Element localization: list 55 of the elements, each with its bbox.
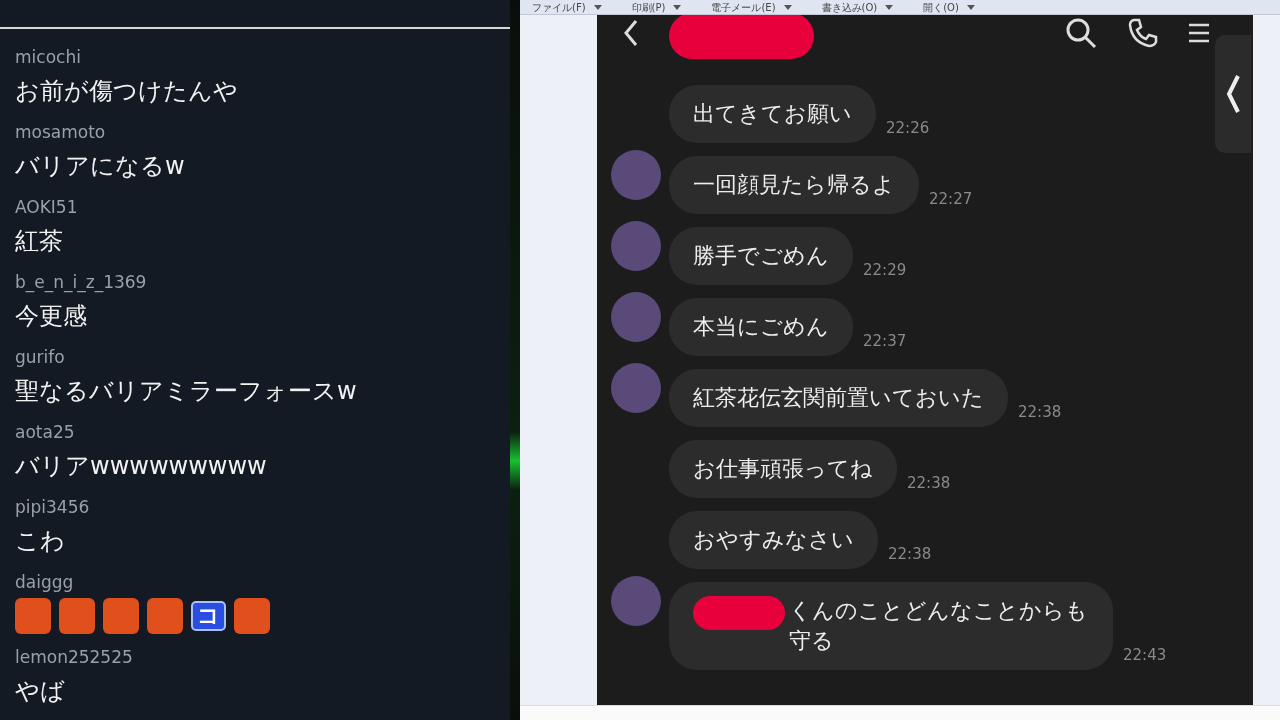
username: daiggg xyxy=(15,571,74,594)
message-time: 22:38 xyxy=(907,474,951,494)
toolbar-menu[interactable]: 開く(O) xyxy=(923,0,959,14)
letter-emote: コ xyxy=(191,601,226,631)
menu-icon[interactable] xyxy=(1189,21,1209,45)
caret-icon[interactable] xyxy=(885,4,894,10)
username: AOKI51 xyxy=(15,196,78,219)
message-text: おやすみなさい xyxy=(693,526,854,554)
message-text: くんのことどんなことからも守る xyxy=(789,597,1089,655)
caret-icon[interactable] xyxy=(673,4,682,10)
message-text: 紅茶花伝玄関前置いておいた xyxy=(693,384,984,412)
username: mosamoto xyxy=(15,121,106,144)
search-icon[interactable] xyxy=(1065,17,1097,49)
emote-icon xyxy=(15,598,51,634)
chevron-left-icon xyxy=(1226,74,1240,114)
message-time: 22:29 xyxy=(863,261,907,281)
message-text: 本当にごめん xyxy=(693,313,829,341)
chat-message: こわ xyxy=(15,526,65,557)
emote-icon xyxy=(147,598,183,634)
chat-message: やば xyxy=(15,676,65,707)
caret-icon[interactable] xyxy=(783,4,792,10)
message-time: 22:38 xyxy=(1018,403,1062,423)
username: aota25 xyxy=(15,421,75,444)
message-time: 22:38 xyxy=(888,545,932,565)
caret-icon[interactable] xyxy=(593,4,602,10)
message-text: 勝手でごめん xyxy=(693,242,829,270)
phone-icon[interactable] xyxy=(1127,17,1159,49)
chat-message: 聖なるバリアミラーフォースw xyxy=(15,376,357,407)
message-text: お仕事頑張ってね xyxy=(693,455,873,483)
username: gurifo xyxy=(15,346,65,369)
chat-message: お前が傷つけたんや xyxy=(15,76,238,107)
emote-icon xyxy=(103,598,139,634)
toolbar-menu[interactable]: 電子メール(E) xyxy=(711,0,776,14)
emote-icon xyxy=(234,598,270,634)
message-time: 22:26 xyxy=(886,119,930,139)
message-time: 22:37 xyxy=(863,332,907,352)
username: lemon252525 xyxy=(15,646,133,669)
username: b_e_n_i_z_1369 xyxy=(15,271,147,294)
username: pipi3456 xyxy=(15,496,90,519)
toolbar-menu[interactable]: ファイル(F) xyxy=(532,0,586,14)
chat-message: バリアになるw xyxy=(15,151,185,182)
message-text: 一回顔見たら帰るよ xyxy=(693,171,895,199)
collapse-tab[interactable] xyxy=(1215,35,1251,153)
emote-icon xyxy=(59,598,95,634)
message-time: 22:43 xyxy=(1123,646,1167,666)
message-text: 出てきてお願い xyxy=(693,100,852,128)
chat-message: バリアwwwwwwwww xyxy=(15,451,267,482)
username: micochi xyxy=(15,46,81,69)
chat-message: 今更感 xyxy=(15,301,87,332)
back-icon[interactable] xyxy=(623,19,639,47)
caret-icon[interactable] xyxy=(966,4,975,10)
message-time: 22:27 xyxy=(929,190,973,210)
toolbar-menu[interactable]: 印刷(P) xyxy=(631,0,666,14)
toolbar-menu[interactable]: 書き込み(O) xyxy=(821,0,878,14)
chat-message: 紅茶 xyxy=(15,226,63,257)
